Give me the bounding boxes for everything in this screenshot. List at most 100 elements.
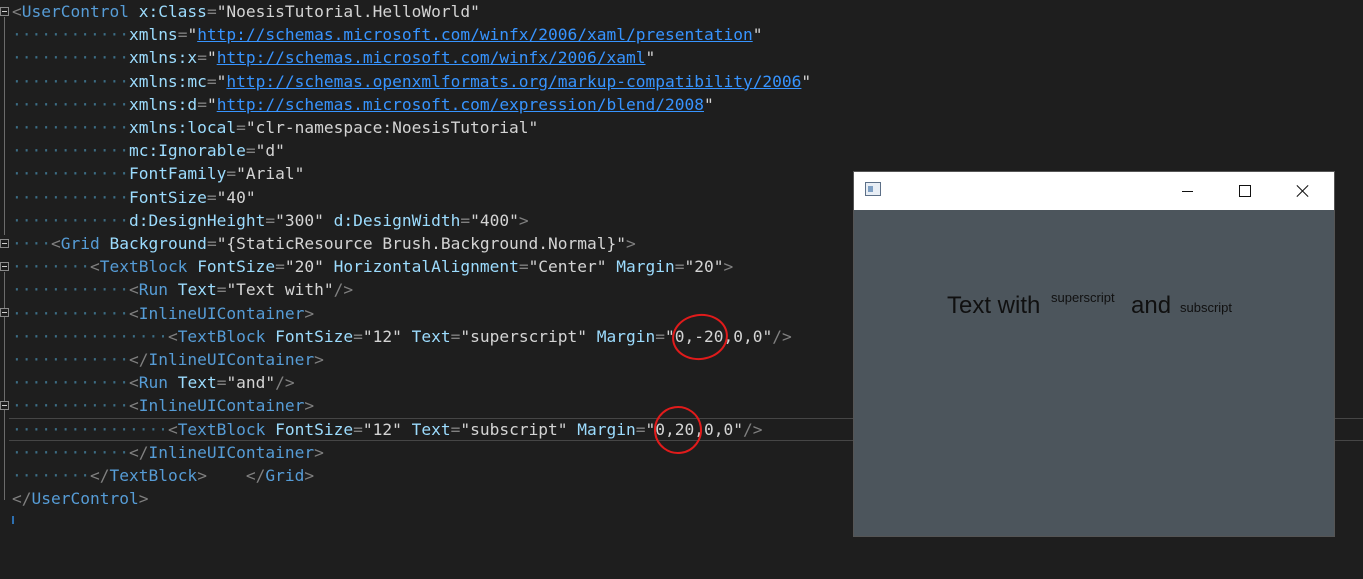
code-token: Text [177,373,217,393]
code-line[interactable]: ············xmlns="http://schemas.micros… [12,23,762,46]
code-line[interactable]: ············<Run Text="and"/> [12,371,295,394]
code-token: = [197,94,207,114]
code-token: TextBlock [109,466,198,485]
code-line[interactable]: ············mc:Ignorable="d" [12,139,285,162]
code-token: HorizontalAlignment [333,257,519,277]
code-token: > [138,489,149,509]
annotation-circle-superscript-margin [669,310,731,364]
code-token: < [128,396,139,416]
code-token: Run [138,280,168,300]
code-line[interactable]: ············</InlineUIContainer> [12,441,324,464]
code-token: "subscript" [460,419,568,439]
code-token: Text [411,419,451,439]
code-line[interactable]: ················<TextBlock FontSize="12"… [12,418,763,441]
code-line[interactable]: ············d:DesignHeight="300" d:Desig… [12,209,529,232]
code-token: xmlns:x [128,48,198,68]
code-token: = [206,71,217,91]
code-token: d:DesignWidth [333,210,461,230]
code-token: </ [128,350,149,369]
code-line[interactable]: ············xmlns:x="http://schemas.micr… [12,46,655,69]
code-token: TextBlock [177,419,266,439]
code-token: "clr-namespace:NoesisTutorial" [245,118,539,137]
code-token: = [518,257,529,277]
code-token: InlineUIContainer [148,350,315,369]
code-token: = [236,118,246,137]
code-link[interactable]: http://schemas.microsoft.com/winfx/2006/… [197,25,753,44]
maximize-button[interactable] [1216,172,1274,210]
whitespace-dots: ············ [12,25,129,45]
code-token: xmlns [128,25,178,45]
code-token: < [89,257,100,277]
code-token: "12" [362,419,402,439]
code-token: /> [333,280,354,300]
code-token: xmlns:d [128,94,198,114]
code-line[interactable]: ············xmlns:d="http://schemas.micr… [12,93,714,116]
code-line[interactable]: ········<TextBlock FontSize="20" Horizon… [12,255,733,278]
code-token: "300" [275,210,324,230]
code-line[interactable]: ············xmlns:mc="http://schemas.ope… [12,70,811,93]
whitespace-dots: ···· [12,234,51,253]
code-token: " [703,94,714,114]
code-token: "20" [684,257,724,277]
code-link[interactable]: http://schemas.openxmlformats.org/markup… [226,72,801,91]
run-and: and [1131,292,1172,319]
code-token: > [304,303,315,323]
window-titlebar[interactable] [854,172,1334,210]
minimize-button[interactable] [1158,172,1216,210]
code-token: "and" [226,373,276,393]
code-token: = [450,326,461,346]
outline-line [4,272,5,500]
collapse-usercontrol-icon[interactable] [0,7,9,16]
collapse-inlineuicontainer-icon[interactable] [0,401,9,410]
code-token: InlineUIContainer [148,442,315,462]
code-token: /> [275,373,295,393]
code-token: > [304,396,315,416]
code-line[interactable]: ············FontFamily="Arial" [12,162,304,185]
whitespace-dots: ············ [12,94,129,114]
code-line[interactable]: <UserControl x:Class="NoesisTutorial.Hel… [12,0,480,23]
close-button[interactable] [1274,172,1332,210]
collapse-inlineuicontainer-icon[interactable] [0,308,9,317]
code-link[interactable]: http://schemas.microsoft.com/winfx/2006/… [217,48,646,67]
code-link[interactable]: http://schemas.microsoft.com/expression/… [217,95,704,114]
code-line[interactable]: ············<InlineUIContainer> [12,394,314,417]
code-token: FontSize [275,326,354,346]
code-token: = [216,373,227,393]
code-token: " [187,25,198,45]
code-token: = [226,164,237,184]
whitespace-dots: ············ [12,71,129,91]
code-token: Grid [60,234,100,253]
code-token: > [626,234,636,253]
code-line[interactable]: ············FontSize="40" [12,186,256,209]
code-token: < [128,280,139,300]
code-token: = [177,25,188,45]
code-token: xmlns:local [128,118,237,137]
code-token: = [353,419,363,439]
code-token: = [245,141,256,161]
whitespace-dots: ················ [12,326,168,346]
whitespace-dots: ············ [12,164,129,184]
code-line[interactable]: </UserControl> [12,487,148,510]
collapse-grid-icon[interactable] [0,239,9,248]
code-token: TextBlock [99,257,188,277]
code-token: Text [411,326,451,346]
whitespace-dots: ········ [12,257,90,277]
code-line[interactable]: ············<InlineUIContainer> [12,302,314,325]
code-token: </ [12,489,32,509]
code-token: "40" [216,187,256,207]
code-line[interactable]: ············<Run Text="Text with"/> [12,278,353,301]
code-line[interactable]: ········</TextBlock> </Grid> [12,464,314,487]
code-line[interactable]: ············</InlineUIContainer> [12,348,324,371]
code-token: > [723,257,734,277]
collapse-textblock-icon[interactable] [0,262,9,271]
code-token: = [216,280,227,300]
code-token: "Center" [528,257,607,277]
code-line[interactable]: ············xmlns:local="clr-namespace:N… [12,116,538,139]
code-token: " [206,94,217,114]
code-line[interactable]: ····<Grid Background="{StaticResource Br… [12,232,636,255]
